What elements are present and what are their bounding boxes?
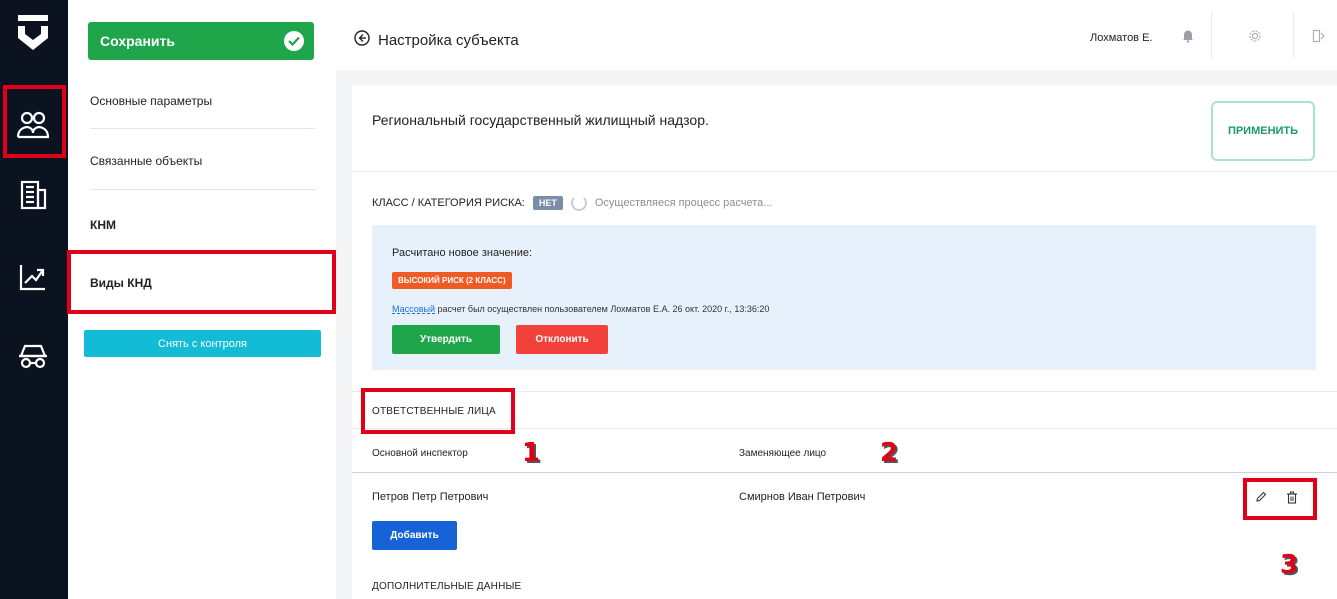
card-heading: Региональный государственный жилищный на… bbox=[372, 112, 709, 128]
menu-item-related-objects[interactable]: Связанные объекты bbox=[90, 154, 202, 168]
divider bbox=[352, 472, 1337, 473]
subject-card: Региональный государственный жилищный на… bbox=[352, 85, 1337, 599]
annotation-box-actions bbox=[1243, 478, 1317, 520]
spinner-icon bbox=[570, 195, 587, 211]
divider bbox=[90, 189, 316, 190]
car-icon[interactable] bbox=[8, 330, 58, 380]
annotation-box-people bbox=[3, 85, 66, 158]
gear-icon[interactable] bbox=[1245, 26, 1265, 46]
annotation-box-responsible bbox=[361, 388, 515, 434]
apply-button[interactable]: ПРИМЕНИТЬ bbox=[1211, 101, 1315, 161]
logout-icon[interactable] bbox=[1309, 26, 1329, 46]
check-icon bbox=[284, 31, 304, 51]
back-link[interactable]: Настройка субъекта bbox=[354, 30, 519, 50]
annotation-number-1: 1 bbox=[522, 438, 541, 468]
new-value-panel: Расчитано новое значение: ВЫСОКИЙ РИСК (… bbox=[372, 225, 1316, 370]
risk-badge: НЕТ bbox=[532, 196, 563, 210]
reject-button[interactable]: Отклонить bbox=[516, 325, 608, 354]
building-icon[interactable] bbox=[8, 170, 58, 220]
back-arrow-icon[interactable] bbox=[354, 30, 370, 50]
bell-icon[interactable] bbox=[1178, 26, 1198, 46]
annotation-number-2: 2 bbox=[880, 438, 899, 468]
logo-icon[interactable] bbox=[8, 8, 58, 58]
save-button[interactable]: Сохранить bbox=[88, 22, 314, 60]
remove-control-button[interactable]: Снять с контроля bbox=[84, 330, 321, 357]
calc-text: расчет был осуществлен пользователем Лох… bbox=[435, 304, 770, 314]
top-bar: Настройка субъекта Лохматов Е. bbox=[336, 0, 1337, 71]
divider bbox=[1211, 12, 1212, 58]
new-value-title: Расчитано новое значение: bbox=[392, 247, 533, 259]
calc-info: Массовый расчет был осуществлен пользова… bbox=[392, 304, 769, 314]
annotation-number-3: 3 bbox=[1280, 550, 1299, 580]
annotation-box-knd bbox=[67, 250, 336, 314]
menu-item-main-params[interactable]: Основные параметры bbox=[90, 94, 212, 108]
menu-item-knm[interactable]: КНМ bbox=[90, 218, 116, 232]
divider bbox=[90, 128, 316, 129]
divider bbox=[1293, 12, 1294, 58]
user-name[interactable]: Лохматов Е. bbox=[1090, 32, 1152, 44]
risk-status: Осуществляеся процесс расчета... bbox=[594, 197, 773, 209]
extra-data-title: ДОПОЛНИТЕЛЬНЫЕ ДАННЫЕ bbox=[372, 581, 522, 592]
save-button-label: Сохранить bbox=[100, 33, 175, 49]
page-title: Настройка субъекта bbox=[378, 31, 519, 49]
approve-button[interactable]: Утвердить bbox=[392, 325, 500, 354]
mass-calc-link[interactable]: Массовый bbox=[392, 304, 435, 314]
risk-label: КЛАСС / КАТЕГОРИЯ РИСКА: bbox=[372, 197, 525, 209]
col-main-inspector: Основной инспектор bbox=[372, 448, 468, 459]
col-replacement: Заменяющее лицо bbox=[739, 448, 827, 459]
main-inspector-value: Петров Петр Петрович bbox=[372, 491, 489, 503]
replacement-value: Смирнов Иван Петрович bbox=[739, 491, 866, 503]
chart-icon[interactable] bbox=[8, 252, 58, 302]
risk-row: КЛАСС / КАТЕГОРИЯ РИСКА: НЕТ Осуществляе… bbox=[372, 195, 772, 211]
high-risk-badge: ВЫСОКИЙ РИСК (2 КЛАСС) bbox=[392, 272, 512, 289]
add-button[interactable]: Добавить bbox=[372, 521, 457, 550]
divider bbox=[352, 171, 1337, 172]
